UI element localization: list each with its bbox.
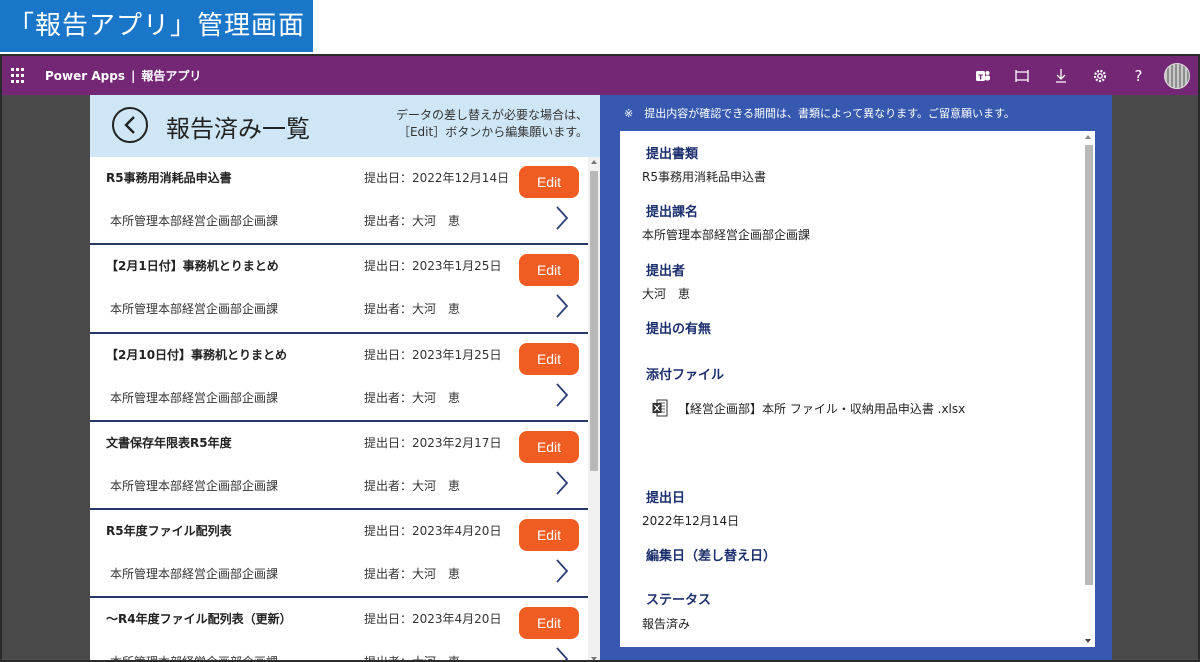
attachment-filename: 【経営企画部】本所 ファイル・収納用品申込書 .xlsx	[678, 401, 966, 416]
item-dept: 本所管理本部経営企画部企画課	[110, 302, 279, 317]
edit-button[interactable]: Edit	[519, 519, 579, 552]
scroll-up-icon[interactable]	[591, 160, 597, 164]
item-person: 提出者：大河 恵	[364, 567, 461, 582]
list-scrollbar[interactable]	[588, 157, 600, 660]
svg-text:T: T	[978, 73, 983, 81]
power-apps-header: Power Apps | 報告アプリ T ?	[2, 56, 1198, 95]
scrollbar-thumb[interactable]	[590, 171, 598, 471]
item-title: ～R4年度ファイル配列表（更新）	[106, 612, 292, 627]
scrollbar-thumb[interactable]	[1085, 145, 1093, 585]
scroll-up-icon[interactable]	[1085, 135, 1091, 139]
field-label-submitter: 提出者	[646, 264, 686, 279]
field-label-edit-date: 編集日（差し替え日）	[646, 549, 777, 564]
notice-text: ※ 提出内容が確認できる期間は、書類によって異なります。ご留意願います。	[624, 107, 1015, 120]
item-date: 提出日：2023年4月20日	[364, 612, 502, 627]
edit-button[interactable]: Edit	[519, 342, 579, 375]
scroll-down-icon[interactable]	[1085, 639, 1091, 643]
item-date: 提出日：2023年1月25日	[364, 259, 502, 274]
item-person: 提出者：大河 恵	[364, 390, 461, 405]
item-title: R5事務用消耗品申込書	[106, 171, 232, 185]
header-actions: T ?	[963, 56, 1190, 95]
list-item[interactable]: 文書保存年限表R5年度 提出日：2023年2月17日 Edit 本所管理本部経営…	[90, 422, 588, 511]
item-dept: 本所管理本部経営企画部企画課	[110, 214, 279, 228]
report-list: R5事務用消耗品申込書 提出日：2022年12月14日 Edit 本所管理本部経…	[90, 157, 588, 662]
product-name: Power Apps	[45, 69, 125, 83]
edit-hint-line: データの差し替えが必要な場合は、	[395, 108, 588, 122]
item-person: 提出者：大河 恵	[364, 302, 461, 317]
page-caption: 「報告アプリ」管理画面	[0, 0, 313, 52]
list-item[interactable]: R5事務用消耗品申込書 提出日：2022年12月14日 Edit 本所管理本部経…	[90, 157, 588, 246]
item-dept: 本所管理本部経営企画部企画課	[110, 653, 278, 660]
avatar[interactable]	[1164, 62, 1190, 89]
chevron-left-icon	[124, 116, 135, 134]
help-icon[interactable]: ?	[1119, 56, 1158, 95]
item-dept: 本所管理本部経営企画部企画課	[110, 567, 279, 582]
item-date: 提出日：2023年2月17日	[364, 435, 502, 450]
app-frame: Power Apps | 報告アプリ T ? 報告済み一覧 データの差し替えが必…	[0, 54, 1200, 662]
fit-screen-icon[interactable]	[1002, 56, 1041, 95]
page-title: 報告済み一覧	[166, 115, 310, 143]
chevron-right-icon[interactable]	[555, 471, 569, 495]
edit-button[interactable]: Edit	[519, 254, 579, 287]
list-header: 報告済み一覧 データの差し替えが必要な場合は、 ［Edit］ボタンから編集願いま…	[90, 95, 600, 157]
detail-panel: ※ 提出内容が確認できる期間は、書類によって異なります。ご留意願います。 提出書…	[600, 95, 1112, 660]
app-title: Power Apps | 報告アプリ	[45, 67, 201, 84]
field-label-document: 提出書類	[646, 147, 699, 162]
back-button[interactable]	[112, 107, 148, 143]
item-dept: 本所管理本部経営企画部企画課	[110, 478, 279, 493]
list-item[interactable]: ～R4年度ファイル配列表（更新） 提出日：2023年4月20日 Edit 本所管…	[90, 598, 588, 662]
field-label-status: ステータス	[646, 593, 712, 608]
item-person: 提出者：大河 恵	[364, 214, 461, 228]
edit-hint: データの差し替えが必要な場合は、 ［Edit］ボタンから編集願います。	[396, 107, 588, 141]
title-separator: |	[130, 69, 136, 83]
field-value-document: R5事務用消耗品申込書	[642, 170, 766, 184]
field-label-submit-date: 提出日	[646, 491, 686, 506]
list-item[interactable]: 【2月10日付】事務机とりまとめ 提出日：2023年1月25日 Edit 本所管…	[90, 334, 588, 422]
item-title: 文書保存年限表R5年度	[106, 435, 232, 450]
chevron-right-icon[interactable]	[555, 647, 569, 662]
item-date: 提出日：2023年1月25日	[364, 347, 502, 362]
item-date: 提出日：2022年12月14日	[364, 171, 510, 185]
field-label-attachment: 添付ファイル	[646, 368, 725, 383]
chevron-right-icon[interactable]	[555, 559, 569, 583]
attachment-link[interactable]: 【経営企画部】本所 ファイル・収納用品申込書 .xlsx	[652, 399, 965, 417]
field-value-submit-date: 2022年12月14日	[642, 514, 740, 528]
list-item[interactable]: 【2月1日付】事務机とりまとめ 提出日：2023年1月25日 Edit 本所管理…	[90, 245, 588, 334]
excel-file-icon	[652, 399, 668, 417]
detail-scrollbar[interactable]	[1084, 135, 1093, 643]
item-title: R5年度ファイル配列表	[106, 524, 232, 539]
scroll-down-icon[interactable]	[591, 657, 597, 660]
field-label-presence: 提出の有無	[646, 322, 712, 337]
download-icon[interactable]	[1041, 56, 1080, 95]
chevron-right-icon[interactable]	[555, 206, 569, 230]
chevron-right-icon[interactable]	[555, 294, 569, 318]
item-title: 【2月10日付】事務机とりまとめ	[106, 347, 288, 362]
item-title: 【2月1日付】事務机とりまとめ	[106, 259, 279, 274]
field-label-department: 提出課名	[646, 205, 699, 220]
edit-button[interactable]: Edit	[519, 430, 579, 463]
report-list-panel: 報告済み一覧 データの差し替えが必要な場合は、 ［Edit］ボタンから編集願いま…	[90, 95, 600, 662]
item-person: 提出者：大河 恵	[364, 478, 461, 493]
field-value-submitter: 大河 恵	[642, 287, 691, 301]
item-date: 提出日：2023年4月20日	[364, 524, 502, 539]
edit-button[interactable]: Edit	[519, 166, 579, 198]
chevron-right-icon[interactable]	[555, 382, 569, 407]
list-item[interactable]: R5年度ファイル配列表 提出日：2023年4月20日 Edit 本所管理本部経営…	[90, 510, 588, 599]
app-launcher-icon[interactable]	[11, 67, 27, 84]
item-dept: 本所管理本部経営企画部企画課	[110, 390, 279, 405]
detail-card: 提出書類 R5事務用消耗品申込書 提出課名 本所管理本部経営企画部企画課 提出者…	[620, 131, 1095, 647]
item-person: 提出者：大河 恵	[364, 653, 460, 660]
settings-icon[interactable]	[1080, 56, 1119, 95]
field-value-status: 報告済み	[642, 617, 691, 631]
field-value-department: 本所管理本部経営企画部企画課	[642, 228, 811, 242]
teams-icon[interactable]: T	[963, 56, 1002, 95]
app-name: 報告アプリ	[141, 69, 202, 83]
edit-hint-line: ［Edit］ボタンから編集願います。	[397, 125, 588, 139]
edit-button[interactable]: Edit	[519, 607, 579, 640]
